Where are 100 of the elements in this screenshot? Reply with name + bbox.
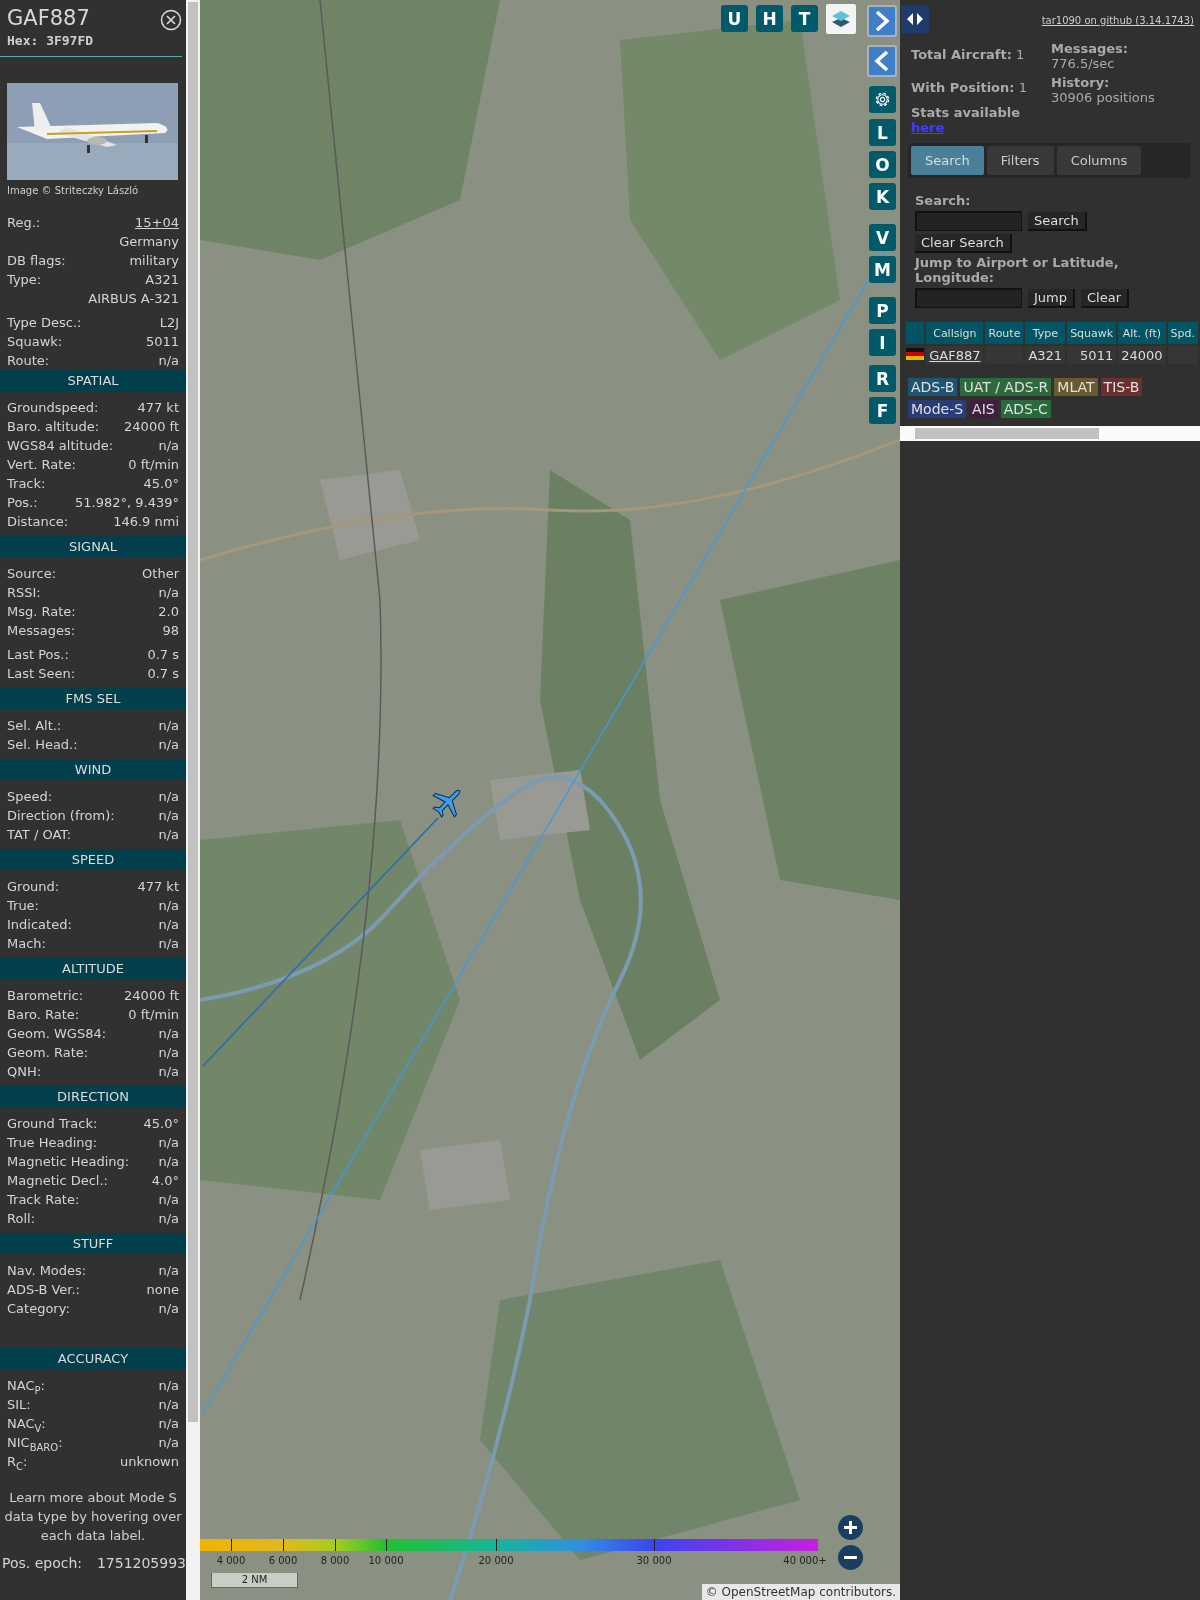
map-toggle-button[interactable]: U	[721, 5, 748, 32]
expand-button[interactable]	[867, 5, 897, 37]
field-label: Geom. WGS84:	[7, 1025, 107, 1043]
source-tag: TIS-B	[1100, 378, 1143, 396]
field-label: Reg.:	[7, 214, 41, 232]
settings-icon	[873, 90, 892, 109]
column-header[interactable]: Type	[1025, 322, 1066, 344]
aircraft-callsign: GAF887	[7, 6, 91, 30]
stat-label: Messages:	[1051, 41, 1130, 56]
altitude-label: 6 000	[268, 1555, 298, 1566]
field-value: 4.0°	[151, 1172, 179, 1190]
section-header: SPATIAL	[0, 370, 186, 391]
scale-bar: 2 NM	[211, 1573, 298, 1588]
field-value: n/a	[158, 1434, 179, 1452]
tab[interactable]: Columns	[1056, 146, 1142, 175]
field-value: L2J	[159, 314, 179, 332]
source-tag: UAT / ADS-R	[960, 378, 1052, 396]
close-button[interactable]	[160, 9, 182, 31]
stats-label: Stats available	[911, 105, 1022, 120]
map-toggle-button[interactable]: K	[869, 183, 896, 210]
section-header: WIND	[0, 759, 186, 780]
map-toggle-button[interactable]: F	[869, 397, 896, 424]
map-toggle-button[interactable]: I	[869, 329, 896, 356]
source-tag: ADS-C	[1000, 400, 1051, 418]
map-toggle-button[interactable]: P	[869, 297, 896, 324]
map-toggle-button[interactable]: L	[869, 119, 896, 146]
field-label: Distance:	[7, 513, 69, 531]
field-label: NIC$_{BARO}$:	[7, 1434, 63, 1452]
field-value: n/a	[158, 736, 179, 754]
field-label: Direction (from):	[7, 807, 115, 825]
altitude-label: 10 000	[368, 1555, 404, 1566]
openstreetmap-link[interactable]: OpenStreetMap	[721, 1585, 816, 1599]
jump-field[interactable]	[915, 288, 1022, 308]
map-toggle-button[interactable]: M	[869, 256, 896, 283]
field-value: Other	[142, 565, 179, 583]
source-tag: MLAT	[1054, 378, 1098, 396]
version-link[interactable]: tar1090 on github (3.14.1743)	[1041, 15, 1194, 26]
column-header[interactable]: Squawk	[1067, 322, 1117, 344]
collapse-button[interactable]	[867, 45, 897, 77]
search-button[interactable]: Search	[1028, 211, 1087, 231]
field-value: n/a	[158, 1153, 179, 1171]
field-label: SIL:	[7, 1396, 31, 1414]
field-label: Route:	[7, 352, 50, 370]
field-label: Type Desc.:	[7, 314, 82, 332]
field-label: Source:	[7, 565, 57, 583]
map-toggle-button[interactable]: V	[869, 224, 896, 251]
tab[interactable]: Filters	[986, 146, 1054, 175]
field-label: Msg. Rate:	[7, 603, 76, 621]
clear-search-button[interactable]: Clear Search	[915, 234, 1012, 253]
column-header	[906, 322, 925, 344]
table-cell: 5011	[1067, 346, 1117, 364]
altitude-label: 8 000	[320, 1555, 350, 1566]
field-label: Ground:	[7, 878, 60, 896]
field-label: Messages:	[7, 622, 76, 640]
map-toggle-button[interactable]: O	[869, 151, 896, 178]
field-label: Nav. Modes:	[7, 1262, 87, 1280]
field-value: n/a	[158, 935, 179, 953]
registration-link[interactable]: 15+04	[135, 215, 179, 230]
field-value: n/a	[158, 1134, 179, 1152]
image-credit: Image © Striteczky László	[7, 185, 140, 197]
field-label: Track:	[7, 475, 46, 493]
field-value: n/a	[158, 807, 179, 825]
stat-value: 30906 positions	[1051, 90, 1155, 105]
layers-icon	[830, 8, 852, 30]
panel-toggle-button[interactable]	[901, 5, 929, 33]
column-header[interactable]: Callsign	[926, 322, 984, 344]
field-value: n/a	[158, 1210, 179, 1228]
field-value: 1751205993	[96, 1555, 186, 1571]
field-value: 0 ft/min	[128, 1006, 179, 1024]
field-value: Germany	[119, 233, 179, 251]
field-value: n/a	[158, 1377, 179, 1395]
field-value: A321	[145, 271, 179, 289]
field-label: QNH:	[7, 1063, 42, 1081]
map-toggle-button[interactable]: T	[791, 5, 818, 32]
search-field[interactable]	[915, 211, 1022, 231]
field-label: RSSI:	[7, 584, 41, 602]
field-value: 477 kt	[137, 878, 179, 896]
column-header[interactable]: Spd.	[1167, 322, 1198, 344]
field-value: 45.0°	[143, 1115, 179, 1133]
field-label: TAT / OAT:	[7, 826, 72, 844]
field-value: n/a	[158, 1396, 179, 1414]
clear-button[interactable]: Clear	[1081, 288, 1129, 308]
column-header[interactable]: Route	[985, 322, 1024, 344]
column-header[interactable]: Alt. (ft)	[1118, 322, 1166, 344]
field-value: 0.7 s	[147, 665, 179, 683]
field-value: n/a	[158, 352, 179, 370]
layers-button[interactable]	[826, 4, 856, 34]
flag-icon	[906, 347, 924, 360]
field-value: n/a	[158, 584, 179, 602]
field-label: Type:	[7, 271, 42, 289]
field-label: Vert. Rate:	[7, 456, 76, 474]
altitude-label: 40 000+	[783, 1555, 827, 1566]
search-label: Search:	[915, 193, 972, 208]
field-label: Groundspeed:	[7, 399, 99, 417]
jump-button[interactable]: Jump	[1028, 288, 1075, 308]
map-toggle-button[interactable]: H	[756, 5, 783, 32]
field-value: n/a	[158, 1191, 179, 1209]
settings-button[interactable]	[869, 86, 896, 113]
map-toggle-button[interactable]: R	[869, 365, 896, 392]
field-label: Speed:	[7, 788, 53, 806]
